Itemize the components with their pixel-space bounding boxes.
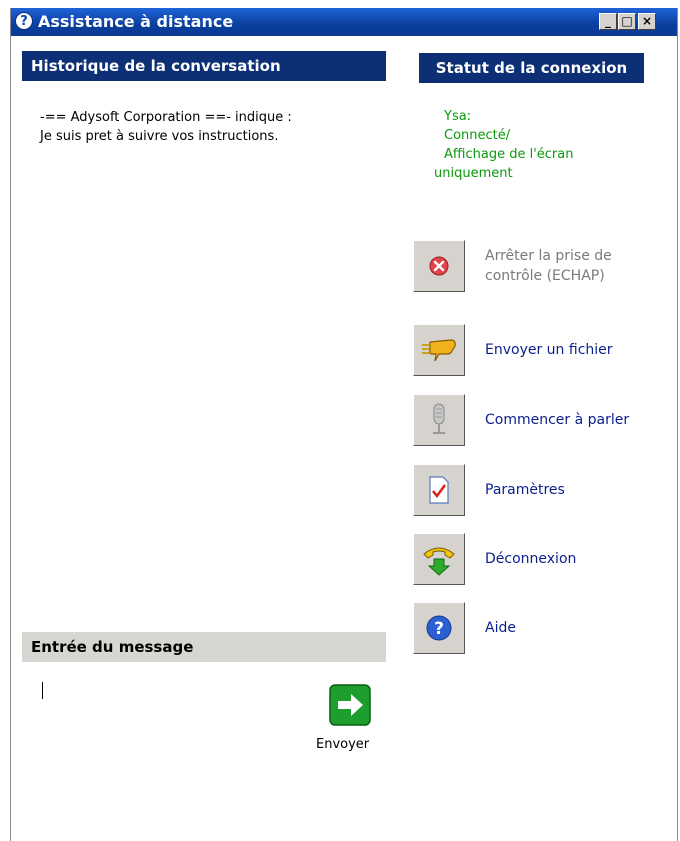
- send-file-action[interactable]: Envoyer un fichier: [413, 324, 673, 378]
- help-icon: ?: [426, 615, 452, 641]
- disconnect-label: Déconnexion: [485, 551, 577, 567]
- status-mode: Affichage de l'écran: [444, 147, 574, 162]
- stop-control-button[interactable]: [413, 240, 465, 292]
- svg-text:?: ?: [434, 619, 444, 639]
- message-input[interactable]: [22, 668, 312, 808]
- status-state: Connecté/: [444, 128, 511, 143]
- help-label: Aide: [485, 620, 516, 636]
- connection-status-header: Statut de la connexion: [419, 53, 644, 83]
- maximize-button[interactable]: □: [618, 13, 636, 30]
- conversation-history[interactable]: -== Adysoft Corporation ==- indique : Je…: [40, 108, 292, 146]
- minimize-button[interactable]: _: [599, 13, 617, 30]
- help-icon: ?: [15, 12, 33, 30]
- disconnect-button[interactable]: [413, 533, 465, 585]
- stop-icon: [429, 256, 449, 276]
- connection-status: Ysa: Connecté/ Affichage de l'écran uniq…: [434, 107, 574, 183]
- conversation-history-header: Historique de la conversation: [22, 51, 386, 81]
- start-talking-action[interactable]: Commencer à parler: [413, 394, 673, 448]
- history-message: -== Adysoft Corporation ==- indique :: [40, 110, 292, 125]
- send-label: Envoyer: [316, 737, 370, 752]
- settings-checklist-icon: [429, 476, 449, 504]
- settings-label: Paramètres: [485, 482, 565, 498]
- send-button[interactable]: [320, 684, 378, 726]
- text-caret: [42, 682, 43, 699]
- microphone-icon: [433, 403, 445, 434]
- send-file-icon: [422, 339, 456, 362]
- start-talking-label: Commencer à parler: [485, 412, 630, 428]
- send-file-button[interactable]: [413, 324, 465, 376]
- stop-control-label: Arrêter la prise de contrôle (ECHAP): [485, 248, 612, 284]
- status-user: Ysa:: [444, 109, 472, 124]
- start-talking-button[interactable]: [413, 394, 465, 446]
- close-button[interactable]: ×: [638, 13, 656, 30]
- help-button[interactable]: ?: [413, 602, 465, 654]
- help-action[interactable]: ? Aide: [413, 602, 673, 656]
- send-file-label: Envoyer un fichier: [485, 342, 613, 358]
- settings-button[interactable]: [413, 464, 465, 516]
- send-arrow-icon: [329, 684, 371, 726]
- disconnect-phone-icon: [423, 547, 455, 576]
- message-entry-header: Entrée du message: [22, 632, 386, 662]
- settings-action[interactable]: Paramètres: [413, 464, 673, 518]
- history-message: Je suis pret à suivre vos instructions.: [40, 129, 279, 144]
- disconnect-action[interactable]: Déconnexion: [413, 533, 673, 587]
- status-mode-cont: uniquement: [434, 166, 513, 181]
- title-bar[interactable]: ? Assistance à distance _ □ ×: [11, 8, 677, 36]
- stop-control-action[interactable]: Arrêter la prise de contrôle (ECHAP): [413, 240, 673, 294]
- window-title: Assistance à distance: [38, 12, 234, 31]
